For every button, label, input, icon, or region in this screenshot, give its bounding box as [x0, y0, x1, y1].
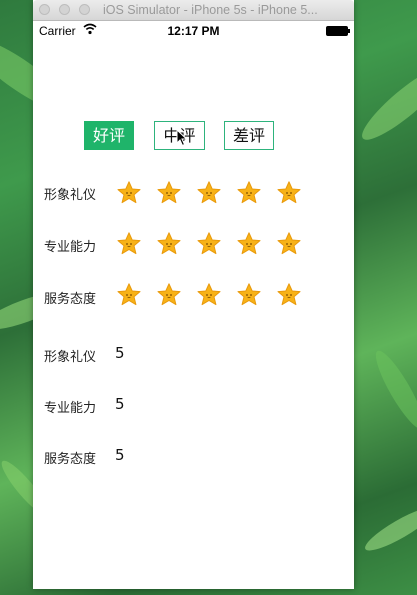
status-time: 12:17 PM	[167, 24, 220, 38]
star-icon[interactable]	[196, 282, 222, 308]
score-row-label: 服务态度	[44, 452, 97, 467]
star-icon[interactable]	[196, 231, 222, 257]
battery-icon	[326, 26, 350, 36]
simulator-window: iOS Simulator - iPhone 5s - iPhone 5... …	[33, 0, 354, 589]
window-titlebar[interactable]: iOS Simulator - iPhone 5s - iPhone 5...	[33, 0, 354, 21]
rating-row-label: 形象礼仪	[44, 188, 97, 203]
star-icon[interactable]	[156, 282, 182, 308]
score-row-label: 专业能力	[44, 401, 97, 416]
zoom-window-button[interactable]	[79, 4, 90, 15]
star-icon[interactable]	[116, 180, 142, 206]
star-icon[interactable]	[236, 231, 262, 257]
rating-row-label: 专业能力	[44, 240, 97, 255]
segment-good[interactable]: 好评	[84, 121, 134, 150]
star-icon[interactable]	[156, 180, 182, 206]
rating-row-label: 服务态度	[44, 292, 97, 307]
star-icon[interactable]	[236, 180, 262, 206]
window-title: iOS Simulator - iPhone 5s - iPhone 5...	[103, 3, 318, 17]
star-icon[interactable]	[116, 282, 142, 308]
score-value: 5	[115, 344, 125, 362]
star-icon[interactable]	[156, 231, 182, 257]
segment-bad[interactable]: 差评	[224, 121, 274, 150]
ios-status-bar: Carrier 12:17 PM	[33, 21, 354, 41]
score-row-label: 形象礼仪	[44, 350, 97, 365]
score-value: 5	[115, 446, 125, 464]
star-icon[interactable]	[276, 180, 302, 206]
star-icon[interactable]	[196, 180, 222, 206]
star-icon[interactable]	[276, 231, 302, 257]
mouse-cursor-icon	[176, 129, 188, 147]
star-icon[interactable]	[276, 282, 302, 308]
minimize-window-button[interactable]	[59, 4, 70, 15]
close-window-button[interactable]	[39, 4, 50, 15]
star-icon[interactable]	[116, 231, 142, 257]
star-icon[interactable]	[236, 282, 262, 308]
score-value: 5	[115, 395, 125, 413]
